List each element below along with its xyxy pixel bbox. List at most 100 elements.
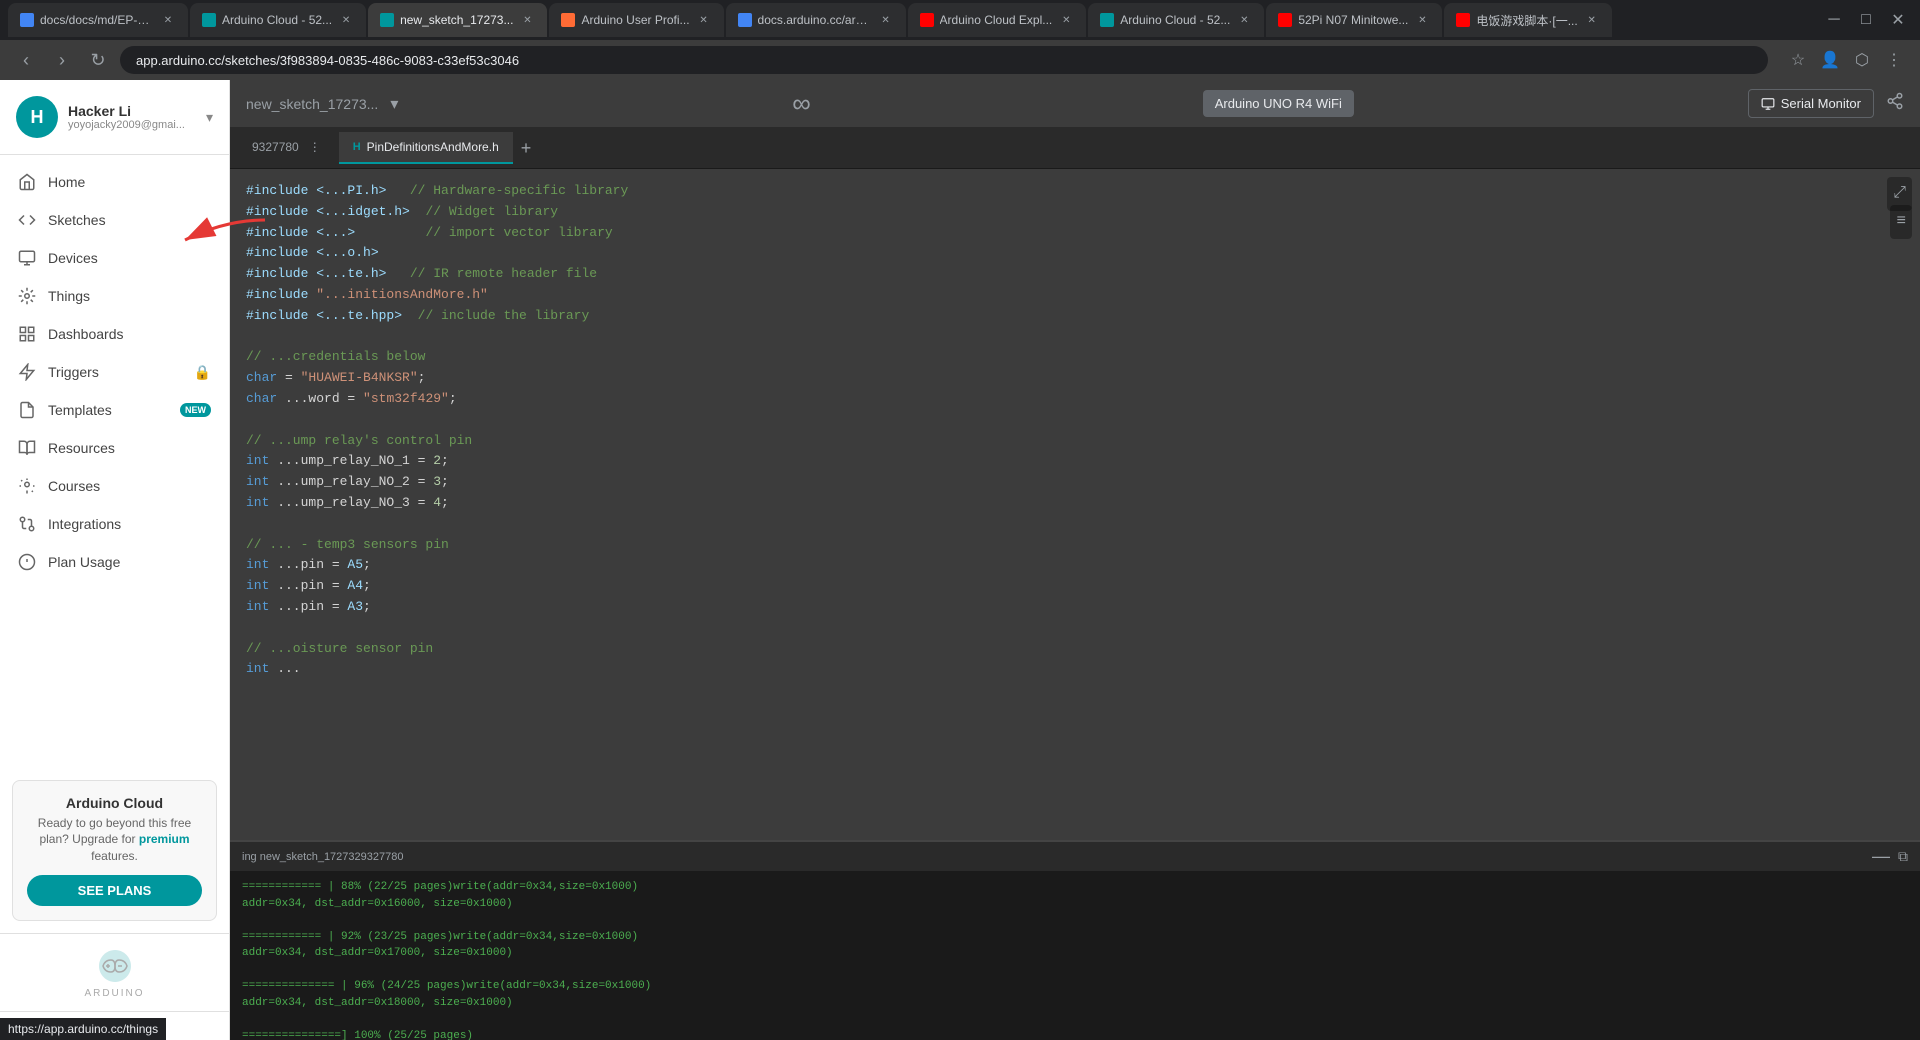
tab-close-user[interactable]: ✕ xyxy=(696,12,712,28)
triggers-icon xyxy=(18,363,36,381)
see-plans-button[interactable]: SEE PLANS xyxy=(27,875,202,906)
forward-btn[interactable]: › xyxy=(48,46,76,74)
sidebar-item-sketches[interactable]: Sketches xyxy=(0,201,229,239)
code-line-1: #include <...PI.h> // Hardware-specific … xyxy=(246,181,1904,202)
tab-close-arduino2[interactable]: ✕ xyxy=(338,12,354,28)
sidebar-item-dashboards[interactable]: Dashboards xyxy=(0,315,229,353)
add-tab-button[interactable]: + xyxy=(513,134,540,163)
tab-close-docs[interactable]: ✕ xyxy=(160,12,176,28)
wrap-lines-button[interactable]: ≡ xyxy=(1890,205,1912,239)
code-line-21: int ...pin = A3; xyxy=(246,597,1904,618)
tab-close-52pi[interactable]: ✕ xyxy=(1414,12,1430,28)
sidebar-item-plan-usage[interactable]: Plan Usage xyxy=(0,543,229,581)
lock-icon: 🔒 xyxy=(194,364,211,381)
tab-docs2[interactable]: docs.arduino.cc/ard... ✕ xyxy=(726,3,906,37)
terminal-content[interactable]: ============ | 88% (22/25 pages)write(ad… xyxy=(230,871,1920,1040)
code-line-8 xyxy=(246,327,1904,348)
bookmark-star-icon[interactable]: ☆ xyxy=(1784,46,1812,74)
serial-monitor-button[interactable]: Serial Monitor xyxy=(1748,89,1874,118)
tab-arduino7[interactable]: Arduino Cloud - 52... ✕ xyxy=(1088,3,1264,37)
close-window-btn[interactable]: ✕ xyxy=(1884,6,1912,34)
tab-label-new: new_sketch_17273... xyxy=(400,13,513,27)
user-email: yoyojacky2009@gmai... xyxy=(68,119,196,131)
editor-area: new_sketch_17273... ▾ ∞ Arduino UNO R4 W… xyxy=(230,80,1920,1040)
file-tab-menu-icon[interactable]: ⋮ xyxy=(305,136,325,158)
code-editor[interactable]: #include <...PI.h> // Hardware-specific … xyxy=(230,169,1920,840)
tab-dian[interactable]: 电饭游戏脚本·[一... ✕ xyxy=(1444,3,1611,37)
menu-icon[interactable]: ⋮ xyxy=(1880,46,1908,74)
maximize-window-btn[interactable]: □ xyxy=(1852,6,1880,34)
chevron-down-icon[interactable]: ▾ xyxy=(206,109,213,126)
code-line-14: int ...ump_relay_NO_1 = 2; xyxy=(246,451,1904,472)
code-line-18: // ... - temp3 sensors pin xyxy=(246,535,1904,556)
board-selector-button[interactable]: Arduino UNO R4 WiFi xyxy=(1203,90,1354,117)
tab-favicon-dian xyxy=(1456,13,1470,27)
back-btn[interactable]: ‹ xyxy=(12,46,40,74)
tab-label-docs: docs/docs/md/EP-C... xyxy=(40,13,154,27)
sidebar-item-resources[interactable]: Resources xyxy=(0,429,229,467)
code-line-19: int ...pin = A5; xyxy=(246,555,1904,576)
tab-favicon-exp xyxy=(920,13,934,27)
terminal-copy-button[interactable]: ⧉ xyxy=(1898,848,1908,865)
sidebar-label-devices: Devices xyxy=(48,250,211,266)
sidebar-item-templates[interactable]: Templates NEW xyxy=(0,391,229,429)
sidebar-item-courses[interactable]: Courses xyxy=(0,467,229,505)
file-tab-main[interactable]: 9327780 ⋮ xyxy=(238,128,339,168)
sidebar-label-integrations: Integrations xyxy=(48,516,211,532)
tab-close-docs2[interactable]: ✕ xyxy=(878,12,894,28)
reload-btn[interactable]: ↻ xyxy=(84,46,112,74)
tab-52pi[interactable]: 52Pi N07 Minitowe... ✕ xyxy=(1266,3,1442,37)
share-icon xyxy=(1886,92,1904,110)
code-line-5: #include <...te.h> // IR remote header f… xyxy=(246,264,1904,285)
sidebar-label-dashboards: Dashboards xyxy=(48,326,211,342)
tab-label-arduino7: Arduino Cloud - 52... xyxy=(1120,13,1230,27)
tab-close-exp[interactable]: ✕ xyxy=(1058,12,1074,28)
user-avatar: H xyxy=(16,96,58,138)
tab-close-arduino7[interactable]: ✕ xyxy=(1236,12,1252,28)
sketch-name-dropdown-icon[interactable]: ▾ xyxy=(390,94,398,114)
serial-monitor-label: Serial Monitor xyxy=(1781,96,1861,111)
extensions-icon[interactable]: ⬡ xyxy=(1848,46,1876,74)
tab-user[interactable]: Arduino User Profi... ✕ xyxy=(549,3,723,37)
tab-docs[interactable]: docs/docs/md/EP-C... ✕ xyxy=(8,3,188,37)
minimize-window-btn[interactable]: ─ xyxy=(1820,6,1848,34)
sidebar-item-devices[interactable]: Devices xyxy=(0,239,229,277)
code-line-12 xyxy=(246,410,1904,431)
address-input[interactable] xyxy=(120,46,1768,74)
sidebar-label-sketches: Sketches xyxy=(48,212,211,228)
file-tab-header[interactable]: H PinDefinitionsAndMore.h xyxy=(339,132,513,164)
sidebar-item-things[interactable]: Things xyxy=(0,277,229,315)
tab-favicon-52pi xyxy=(1278,13,1292,27)
code-line-6: #include "...initionsAndMore.h" xyxy=(246,285,1904,306)
tab-label-dian: 电饭游戏脚本·[一... xyxy=(1476,12,1577,29)
terminal-line-5: addr=0x34, dst_addr=0x17000, size=0x1000… xyxy=(242,945,1908,962)
sidebar-label-templates: Templates xyxy=(48,402,168,418)
sidebar-item-home[interactable]: Home xyxy=(0,163,229,201)
tab-explorer[interactable]: Arduino Cloud Expl... ✕ xyxy=(908,3,1087,37)
tab-bar: docs/docs/md/EP-C... ✕ Arduino Cloud - 5… xyxy=(0,0,1920,40)
templates-new-badge: NEW xyxy=(180,403,211,417)
code-line-11: char ...word = "stm32f429"; xyxy=(246,389,1904,410)
code-line-22 xyxy=(246,618,1904,639)
tab-label-arduino2: Arduino Cloud - 52... xyxy=(222,13,332,27)
tab-close-new[interactable]: ✕ xyxy=(519,12,535,28)
tab-label-docs2: docs.arduino.cc/ard... xyxy=(758,13,872,27)
terminal-minimize-button[interactable]: — xyxy=(1872,846,1890,867)
sidebar: H Hacker Li yoyojacky2009@gmai... ▾ Home xyxy=(0,80,230,1040)
terminal-line-1: ============ | 88% (22/25 pages)write(ad… xyxy=(242,879,1908,896)
tab-close-dian[interactable]: ✕ xyxy=(1584,12,1600,28)
upgrade-title: Arduino Cloud xyxy=(27,795,202,811)
code-line-23: // ...oisture sensor pin xyxy=(246,639,1904,660)
code-line-10: char = "HUAWEI-B4NKSR"; xyxy=(246,368,1904,389)
terminal-line-10: ===============] 100% (25/25 pages) xyxy=(242,1028,1908,1040)
tab-label-user: Arduino User Profi... xyxy=(581,13,689,27)
sidebar-item-integrations[interactable]: Integrations xyxy=(0,505,229,543)
tab-arduino2[interactable]: Arduino Cloud - 52... ✕ xyxy=(190,3,366,37)
code-line-3: #include <...> // import vector library xyxy=(246,223,1904,244)
share-button[interactable] xyxy=(1886,92,1904,115)
tab-new-sketch[interactable]: new_sketch_17273... ✕ xyxy=(368,3,547,37)
profile-icon[interactable]: 👤 xyxy=(1816,46,1844,74)
user-info: Hacker Li yoyojacky2009@gmai... xyxy=(68,103,196,131)
terminal-toolbar: ing new_sketch_1727329327780 — ⧉ xyxy=(230,842,1920,871)
sidebar-item-triggers[interactable]: Triggers 🔒 xyxy=(0,353,229,391)
